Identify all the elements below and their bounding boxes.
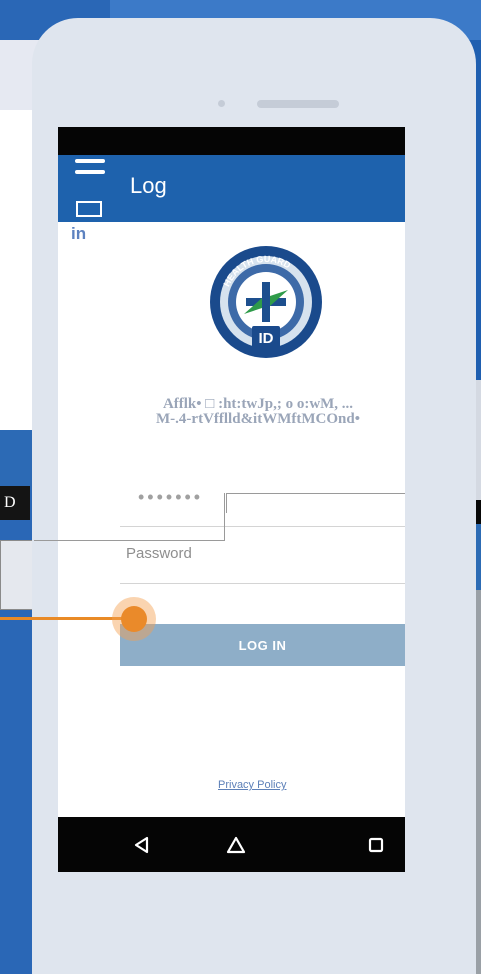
triangle-back-icon[interactable]	[124, 827, 160, 863]
phone-screen: Log in ID HEALTH GUARD Afflk• □ :ht:twJp…	[58, 127, 405, 872]
android-nav-bar	[58, 817, 405, 872]
password-field[interactable]: Password	[126, 545, 192, 562]
tagline: Afflk• □ :ht:twJp,; o o:wM, ... M-.4-rtV…	[98, 397, 405, 427]
connector-line-top	[34, 540, 224, 541]
password-masked-value[interactable]: •••••••	[138, 487, 203, 508]
tagline-line2: M-.4-rtVfflld&itWMftMCOnd•	[156, 411, 360, 427]
speaker-grille	[257, 100, 339, 108]
field-connector-bracket	[226, 493, 405, 513]
app-bar-title-fragment: in	[71, 224, 87, 243]
menu-icon-lower-bar	[76, 201, 102, 217]
app-bar-title: Log	[130, 173, 167, 198]
field-underline	[120, 526, 405, 527]
left-field	[0, 540, 34, 610]
password-underline	[120, 583, 405, 584]
camera-dot	[218, 100, 225, 107]
tagline-line1: Afflk• □ :ht:twJp,; o o:wM, ...	[162, 396, 354, 412]
home-icon[interactable]	[218, 827, 254, 863]
login-button[interactable]: LOG IN	[120, 624, 405, 666]
orange-pointer-dot	[121, 606, 147, 632]
connector-line-vertical	[224, 493, 225, 541]
app-bar	[58, 155, 405, 222]
logo-center-text: ID	[259, 330, 274, 347]
hamburger-menu-icon[interactable]	[75, 159, 105, 185]
health-guard-logo: ID HEALTH GUARD	[210, 246, 322, 358]
square-recents-icon[interactable]	[358, 827, 394, 863]
status-bar	[58, 127, 405, 155]
left-label: D	[0, 486, 30, 520]
privacy-policy-link[interactable]: Privacy Policy	[218, 779, 286, 791]
